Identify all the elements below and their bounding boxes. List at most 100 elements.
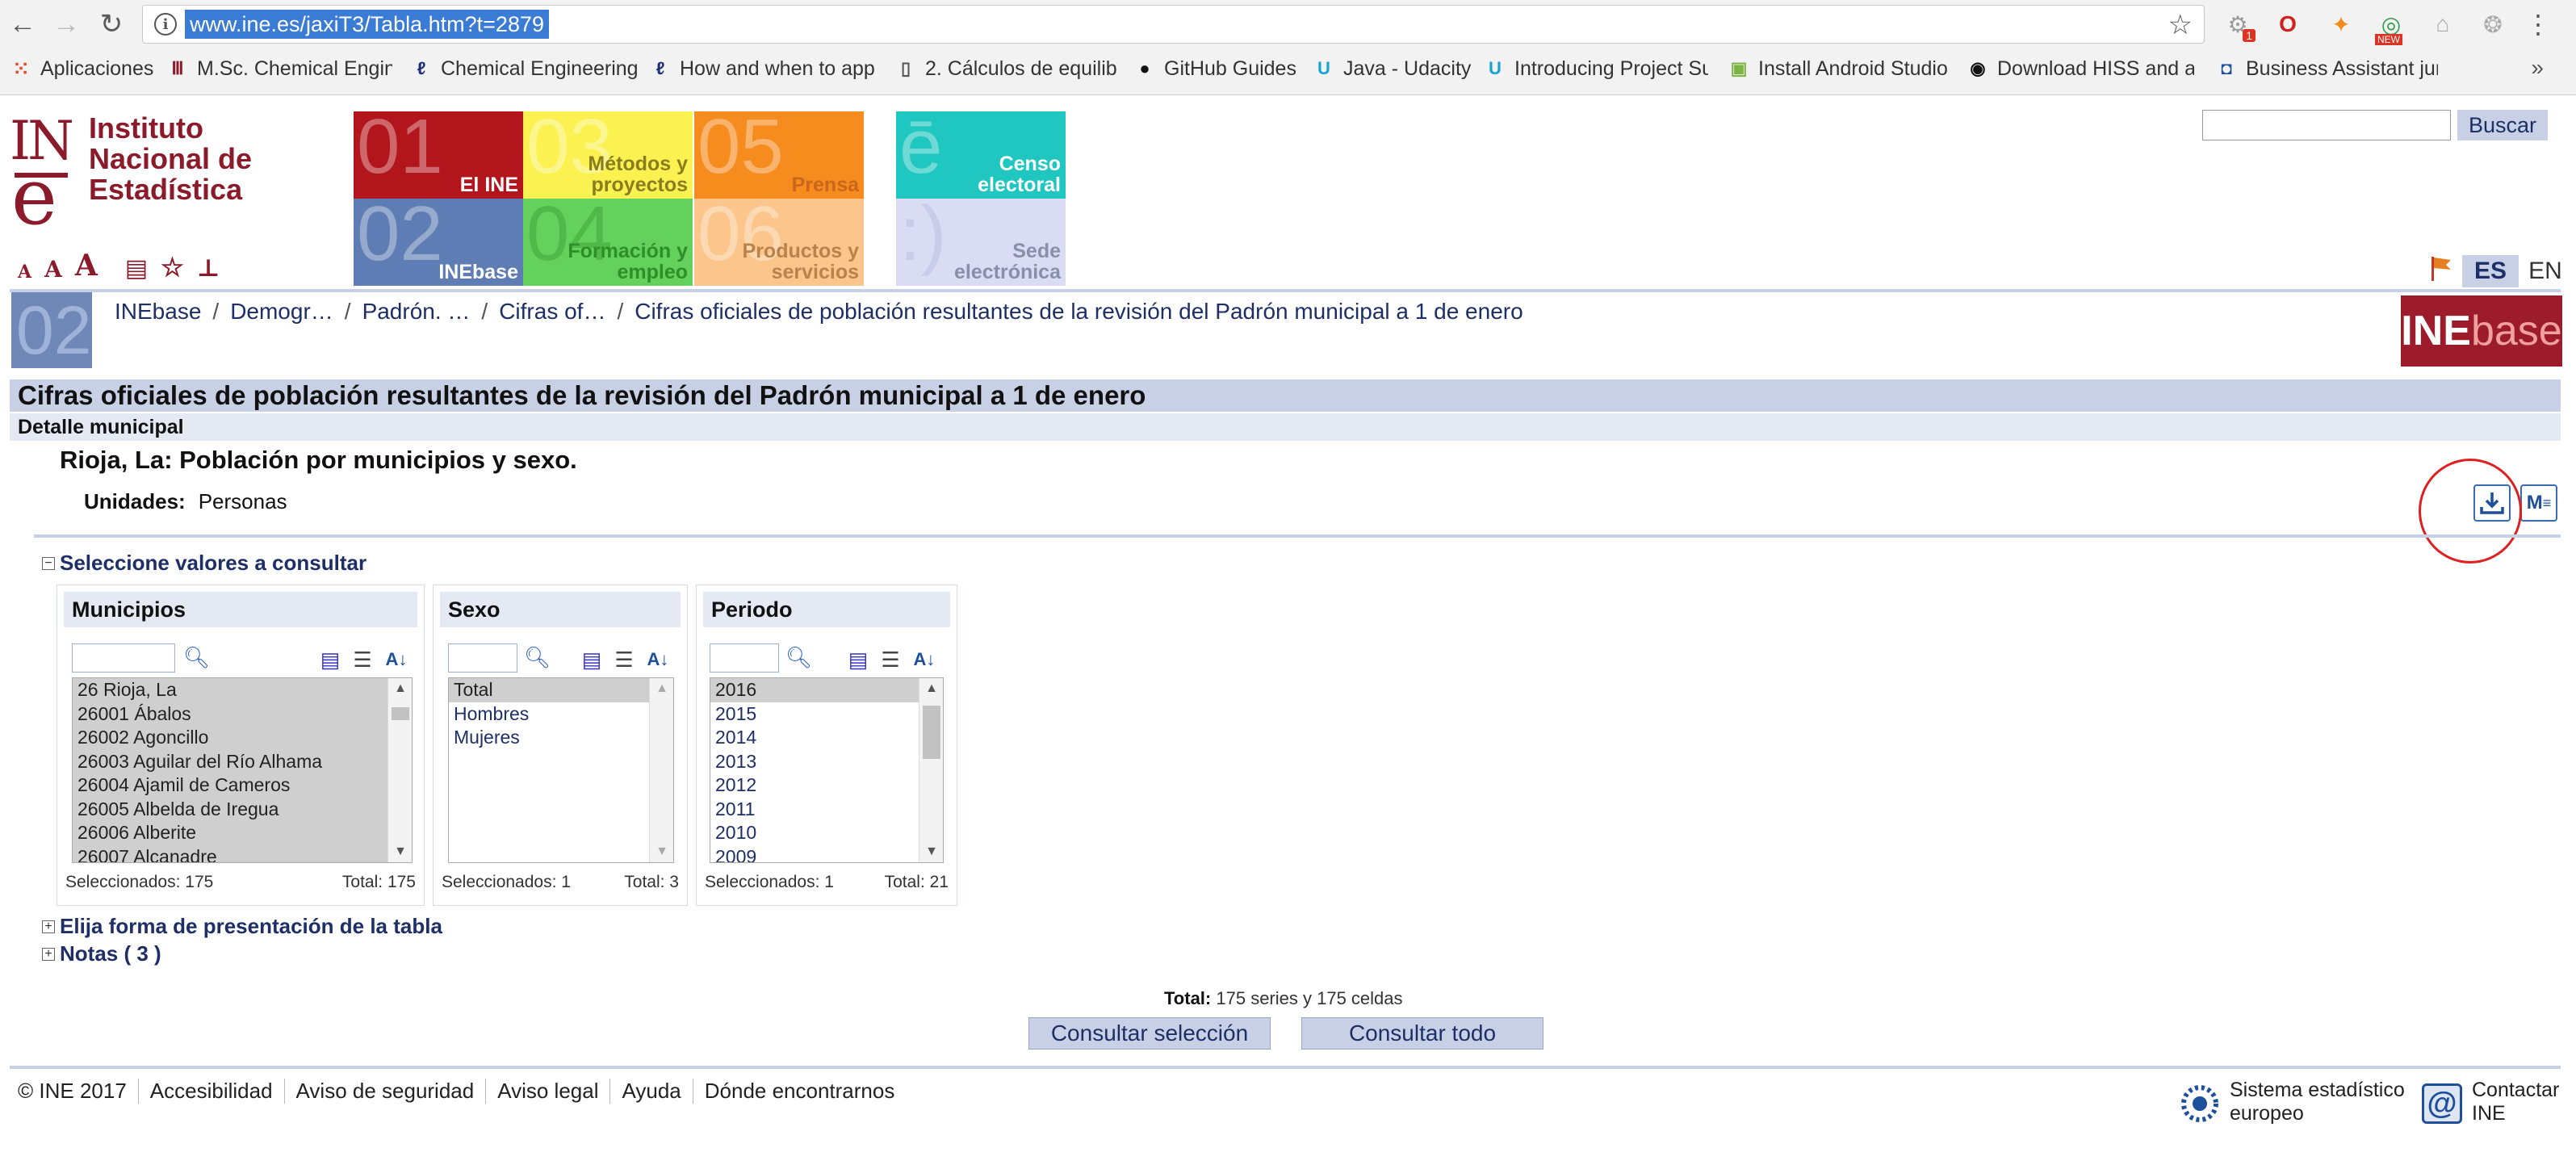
- scroll-thumb[interactable]: [392, 707, 409, 720]
- scroll-up-icon[interactable]: ▲: [388, 678, 412, 699]
- list-item[interactable]: 2013: [710, 750, 943, 774]
- pdf-extension-icon[interactable]: ⌂: [2427, 8, 2459, 40]
- bookmark-item[interactable]: ℓ How and when to app: [649, 55, 875, 82]
- font-medium-button[interactable]: A: [44, 256, 62, 283]
- scroll-thumb[interactable]: [923, 706, 940, 759]
- tile-censo-electoral[interactable]: ē Censo electoral: [896, 111, 1066, 199]
- select-values-toggle[interactable]: − Seleccione valores a consultar: [42, 551, 367, 576]
- ine-logo[interactable]: IN e: [10, 110, 82, 242]
- bookmark-apps[interactable]: ⁙ Aplicaciones: [10, 55, 153, 82]
- list-item[interactable]: 2014: [710, 726, 943, 750]
- list-item[interactable]: 26003 Aguilar del Río Alhama: [73, 749, 412, 773]
- tile-inebase[interactable]: 02 INEbase: [354, 199, 523, 286]
- footer-link[interactable]: Dónde encontrarnos: [692, 1079, 907, 1104]
- breadcrumb-item[interactable]: Demogr…: [230, 299, 333, 324]
- list-item[interactable]: 2011: [710, 798, 943, 822]
- tile-sede-electronica[interactable]: :) Sede electrónica: [896, 199, 1066, 286]
- list-item[interactable]: 26005 Albelda de Iregua: [73, 797, 412, 821]
- footer-link[interactable]: Aviso de seguridad: [283, 1079, 486, 1104]
- list-item[interactable]: 2016: [710, 678, 943, 702]
- sort-az-icon[interactable]: A↓: [911, 645, 937, 674]
- tile-productos[interactable]: 06 Productos y servicios: [694, 199, 864, 286]
- periodo-listbox[interactable]: 2016 2015 2014 2013 2012 2011 2010 2009 …: [710, 677, 944, 863]
- forward-icon[interactable]: →: [48, 6, 84, 42]
- bookmark-item[interactable]: ℓ Chemical Engineering: [410, 55, 639, 82]
- select-all-icon[interactable]: ▤: [317, 645, 343, 674]
- bookmark-item[interactable]: U Introducing Project Su: [1484, 55, 1708, 82]
- extension-icon[interactable]: ✦: [2325, 8, 2357, 40]
- footer-link[interactable]: Aviso legal: [485, 1079, 609, 1104]
- notes-toggle[interactable]: + Notas ( 3 ): [42, 941, 161, 966]
- menu-icon[interactable]: ⋮: [2522, 8, 2554, 40]
- deselect-all-icon[interactable]: ☰: [878, 645, 903, 674]
- contact-link[interactable]: @ Contactar INE: [2422, 1079, 2559, 1125]
- select-all-icon[interactable]: ▤: [845, 645, 871, 674]
- scroll-down-icon[interactable]: ▼: [919, 841, 943, 862]
- bookmark-item[interactable]: Ⅲ M.Sc. Chemical Engine: [166, 55, 392, 82]
- footer-link[interactable]: Accesibilidad: [137, 1079, 284, 1104]
- list-item[interactable]: 2015: [710, 702, 943, 727]
- sexo-filter-input[interactable]: [448, 643, 517, 673]
- list-item[interactable]: 2012: [710, 773, 943, 798]
- search-button[interactable]: Buscar: [2457, 110, 2548, 140]
- opera-extension-icon[interactable]: O: [2272, 8, 2304, 40]
- list-item[interactable]: 26006 Alberite: [73, 821, 412, 845]
- font-large-button[interactable]: A: [75, 249, 98, 283]
- sexo-listbox[interactable]: Total Hombres Mujeres ▲ ▼: [448, 677, 674, 863]
- tile-metodos[interactable]: 03 Métodos y proyectos: [523, 111, 693, 199]
- list-item[interactable]: 26001 Ábalos: [73, 702, 412, 726]
- list-item[interactable]: 26002 Agoncillo: [73, 726, 412, 750]
- list-item[interactable]: 26 Rioja, La: [73, 678, 412, 702]
- tile-prensa[interactable]: 05 Prensa: [694, 111, 864, 199]
- bookmark-item[interactable]: ● GitHub Guides: [1133, 55, 1296, 82]
- list-item[interactable]: 26004 Ajamil de Cameros: [73, 773, 412, 798]
- ess-link[interactable]: Sistema estadístico europeo: [2180, 1079, 2405, 1125]
- list-item[interactable]: Mujeres: [449, 726, 673, 750]
- bookmark-item[interactable]: ▣ Install Android Studio: [1728, 55, 1947, 82]
- language-en[interactable]: EN: [2525, 255, 2566, 287]
- px-format-button[interactable]: M ≡: [2520, 484, 2557, 522]
- select-all-icon[interactable]: ▤: [579, 645, 605, 674]
- site-info-icon[interactable]: i: [154, 13, 177, 36]
- inebase-logo[interactable]: INE base: [2401, 295, 2562, 367]
- municipios-filter-input[interactable]: [72, 643, 175, 673]
- search-icon[interactable]: 🔍︎: [524, 645, 551, 670]
- footer-link[interactable]: Ayuda: [609, 1079, 692, 1104]
- sitemap-icon[interactable]: ⊥: [197, 254, 220, 283]
- presentation-toggle[interactable]: + Elija forma de presentación de la tabl…: [42, 914, 442, 939]
- search-icon[interactable]: 🔍︎: [785, 645, 812, 670]
- breadcrumb-item[interactable]: INEbase: [115, 299, 201, 324]
- list-item[interactable]: Total: [449, 678, 673, 702]
- tile-el-ine[interactable]: 01 El INE: [354, 111, 523, 199]
- bookmark-item[interactable]: U Java - Udacity: [1313, 55, 1471, 82]
- grammar-extension-icon[interactable]: ◎ NEW: [2375, 8, 2407, 45]
- list-item[interactable]: 2010: [710, 821, 943, 845]
- newspaper-icon[interactable]: ▤: [125, 254, 148, 283]
- sort-az-icon[interactable]: A↓: [645, 645, 671, 674]
- deselect-all-icon[interactable]: ☰: [350, 645, 375, 674]
- list-item[interactable]: 2009: [710, 845, 943, 863]
- react-extension-icon[interactable]: ❂: [2477, 8, 2509, 40]
- sort-az-icon[interactable]: A↓: [383, 645, 409, 674]
- scrollbar[interactable]: ▲ ▼: [919, 678, 943, 862]
- scrollbar[interactable]: ▲ ▼: [649, 678, 673, 862]
- breadcrumb-item[interactable]: Cifras of…: [499, 299, 605, 324]
- back-icon[interactable]: ←: [5, 6, 40, 42]
- consult-selection-button[interactable]: Consultar selección: [1028, 1017, 1271, 1050]
- municipios-listbox[interactable]: 26 Rioja, La 26001 Ábalos 26002 Agoncill…: [72, 677, 413, 863]
- list-item[interactable]: 26007 Alcanadre: [73, 844, 412, 862]
- search-icon[interactable]: 🔍︎: [183, 645, 210, 670]
- bookmarks-overflow-icon[interactable]: »: [2531, 55, 2544, 81]
- bookmark-item[interactable]: ◘ Business Assistant jun: [2215, 55, 2438, 82]
- breadcrumb-item[interactable]: Padrón. …: [362, 299, 471, 324]
- address-bar[interactable]: i www.ine.es/jaxiT3/Tabla.htm?t=2879 ☆: [142, 5, 2205, 44]
- deselect-all-icon[interactable]: ☰: [611, 645, 637, 674]
- reload-icon[interactable]: ↻: [94, 6, 129, 42]
- bookmark-item[interactable]: ▯ 2. Cálculos de equilibr: [894, 55, 1117, 82]
- scroll-down-icon[interactable]: ▼: [650, 841, 673, 862]
- scroll-up-icon[interactable]: ▲: [919, 678, 943, 699]
- periodo-filter-input[interactable]: [710, 643, 779, 673]
- tile-formacion[interactable]: 04 Formación y empleo: [523, 199, 693, 286]
- font-small-button[interactable]: A: [18, 262, 31, 283]
- scrollbar[interactable]: ▲ ▼: [387, 678, 412, 862]
